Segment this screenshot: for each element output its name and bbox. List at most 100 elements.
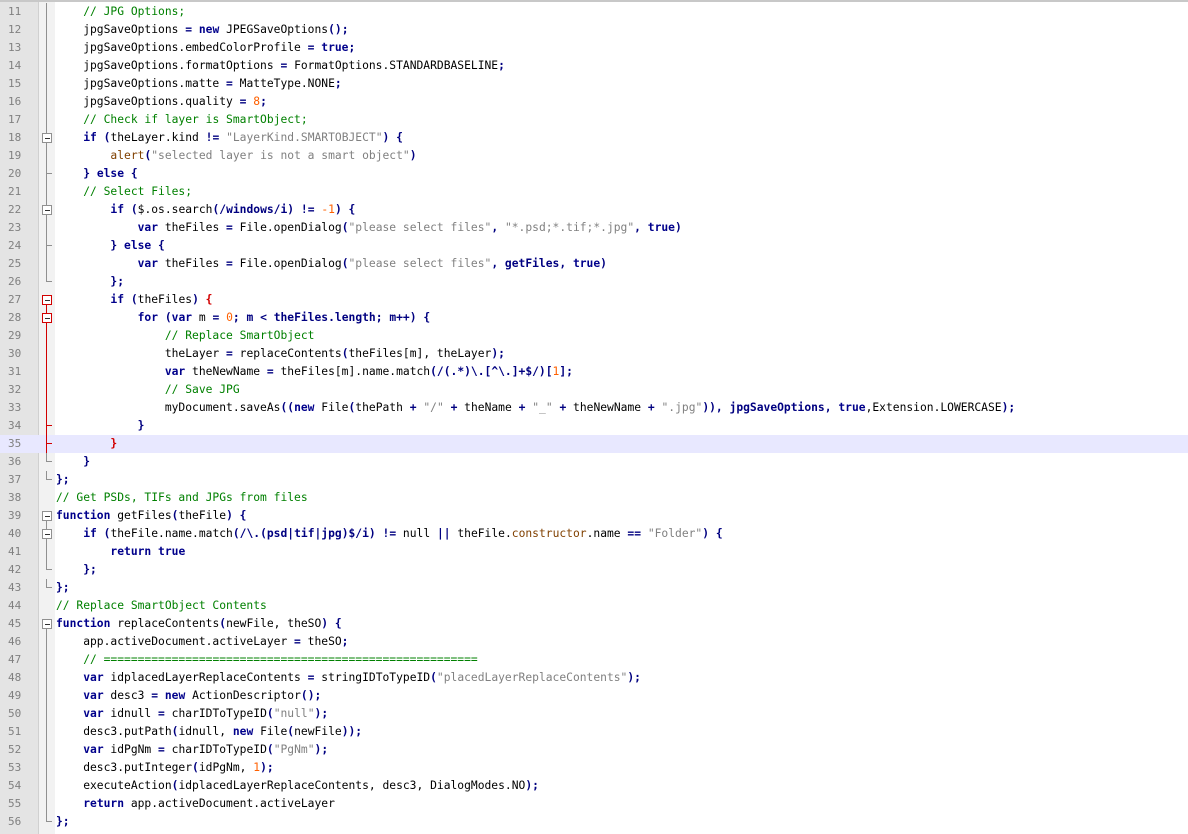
code-text[interactable]: alert("selected layer is not a smart obj… — [56, 147, 416, 165]
code-text[interactable]: }; — [56, 273, 124, 291]
code-text[interactable]: function replaceContents(newFile, theSO)… — [56, 615, 342, 633]
code-text[interactable]: } — [56, 453, 90, 471]
code-text[interactable]: }; — [56, 471, 70, 489]
fold-toggle-icon[interactable] — [39, 615, 55, 633]
code-text[interactable]: // =====================================… — [56, 651, 477, 669]
fold-toggle-icon[interactable] — [39, 129, 55, 147]
code-text[interactable]: // Select Files; — [56, 183, 192, 201]
code-line[interactable]: 16 jpgSaveOptions.quality = 8; — [0, 93, 1188, 111]
code-line[interactable]: 23 var theFiles = File.openDialog("pleas… — [0, 219, 1188, 237]
code-line[interactable]: 29 // Replace SmartObject — [0, 327, 1188, 345]
code-line[interactable]: 40 if (theFile.name.match(/\.(psd|tif|jp… — [0, 525, 1188, 543]
fold-toggle-icon[interactable] — [39, 507, 55, 525]
code-text[interactable]: theLayer = replaceContents(theFiles[m], … — [56, 345, 505, 363]
code-text[interactable]: } else { — [56, 237, 164, 255]
code-text[interactable]: if (theLayer.kind != "LayerKind.SMARTOBJ… — [56, 129, 403, 147]
code-text[interactable]: if (theFile.name.match(/\.(psd|tif|jpg)$… — [56, 525, 722, 543]
code-text[interactable]: app.activeDocument.activeLayer = theSO; — [56, 633, 348, 651]
code-line[interactable]: 50 var idnull = charIDToTypeID("null"); — [0, 705, 1188, 723]
code-line[interactable]: 46 app.activeDocument.activeLayer = theS… — [0, 633, 1188, 651]
code-line[interactable]: 28 for (var m = 0; m < theFiles.length; … — [0, 309, 1188, 327]
code-line[interactable]: 13 jpgSaveOptions.embedColorProfile = tr… — [0, 39, 1188, 57]
code-text[interactable]: function getFiles(theFile) { — [56, 507, 246, 525]
code-text[interactable]: jpgSaveOptions = new JPEGSaveOptions(); — [56, 21, 348, 39]
code-line[interactable]: 14 jpgSaveOptions.formatOptions = Format… — [0, 57, 1188, 75]
code-line[interactable]: 30 theLayer = replaceContents(theFiles[m… — [0, 345, 1188, 363]
code-text[interactable]: desc3.putPath(idnull, new File(newFile))… — [56, 723, 362, 741]
code-line[interactable]: 18 if (theLayer.kind != "LayerKind.SMART… — [0, 129, 1188, 147]
code-line[interactable]: 56}; — [0, 813, 1188, 831]
code-line[interactable]: 21 // Select Files; — [0, 183, 1188, 201]
fold-toggle-icon[interactable] — [39, 309, 55, 327]
code-line[interactable]: 52 var idPgNm = charIDToTypeID("PgNm"); — [0, 741, 1188, 759]
code-line[interactable]: 51 desc3.putPath(idnull, new File(newFil… — [0, 723, 1188, 741]
code-line[interactable]: 31 var theNewName = theFiles[m].name.mat… — [0, 363, 1188, 381]
code-text[interactable]: for (var m = 0; m < theFiles.length; m++… — [56, 309, 431, 327]
code-line[interactable]: 47 // ==================================… — [0, 651, 1188, 669]
code-line[interactable]: 20 } else { — [0, 165, 1188, 183]
code-text[interactable]: var theNewName = theFiles[m].name.match(… — [56, 363, 573, 381]
code-text[interactable]: return true — [56, 543, 185, 561]
code-line[interactable]: 36 } — [0, 453, 1188, 471]
code-text[interactable]: // Check if layer is SmartObject; — [56, 111, 307, 129]
code-line[interactable]: 15 jpgSaveOptions.matte = MatteType.NONE… — [0, 75, 1188, 93]
code-text[interactable]: } — [56, 435, 117, 453]
code-text[interactable]: myDocument.saveAs((new File(thePath + "/… — [56, 399, 1015, 417]
code-line[interactable]: 11 // JPG Options; — [0, 3, 1188, 21]
code-line[interactable]: 35 } — [0, 435, 1188, 453]
code-editor[interactable]: 11 // JPG Options; 12 jpgSaveOptions = ne… — [0, 0, 1188, 834]
code-line[interactable]: 39 function getFiles(theFile) { — [0, 507, 1188, 525]
code-text[interactable]: jpgSaveOptions.quality = 8; — [56, 93, 267, 111]
code-text[interactable]: if ($.os.search(/windows/i) != -1) { — [56, 201, 355, 219]
code-line[interactable]: 37}; — [0, 471, 1188, 489]
code-text[interactable]: jpgSaveOptions.embedColorProfile = true; — [56, 39, 355, 57]
code-text[interactable]: } else { — [56, 165, 137, 183]
code-line[interactable]: 45 function replaceContents(newFile, theS… — [0, 615, 1188, 633]
code-text[interactable]: }; — [56, 561, 97, 579]
code-line[interactable]: 33 myDocument.saveAs((new File(thePath +… — [0, 399, 1188, 417]
code-line[interactable]: 44 // Replace SmartObject Contents — [0, 597, 1188, 615]
fold-toggle-icon[interactable] — [39, 525, 55, 543]
code-text[interactable]: var idplacedLayerReplaceContents = strin… — [56, 669, 641, 687]
code-line[interactable]: 41 return true — [0, 543, 1188, 561]
code-line[interactable]: 32 // Save JPG — [0, 381, 1188, 399]
code-line[interactable]: 38 // Get PSDs, TIFs and JPGs from files — [0, 489, 1188, 507]
fold-toggle-icon[interactable] — [39, 291, 55, 309]
code-text[interactable]: var idPgNm = charIDToTypeID("PgNm"); — [56, 741, 328, 759]
code-line[interactable]: 17 // Check if layer is SmartObject; — [0, 111, 1188, 129]
code-text[interactable]: jpgSaveOptions.matte = MatteType.NONE; — [56, 75, 342, 93]
code-line[interactable]: 55 return app.activeDocument.activeLayer — [0, 795, 1188, 813]
code-text[interactable]: if (theFiles) { — [56, 291, 212, 309]
code-line[interactable]: 54 executeAction(idplacedLayerReplaceCon… — [0, 777, 1188, 795]
code-text[interactable]: }; — [56, 813, 70, 831]
code-text[interactable]: return app.activeDocument.activeLayer — [56, 795, 335, 813]
code-line[interactable]: 42 }; — [0, 561, 1188, 579]
code-text[interactable]: // JPG Options; — [56, 3, 185, 21]
code-text[interactable]: // Get PSDs, TIFs and JPGs from files — [56, 489, 308, 507]
code-text[interactable]: } — [56, 417, 145, 435]
fold-toggle-icon[interactable] — [39, 201, 55, 219]
code-line[interactable]: 27 if (theFiles) { — [0, 291, 1188, 309]
code-text[interactable]: // Replace SmartObject — [56, 327, 315, 345]
code-line[interactable]: 19 alert("selected layer is not a smart … — [0, 147, 1188, 165]
code-line[interactable]: 26 }; — [0, 273, 1188, 291]
code-line[interactable]: 22 if ($.os.search(/windows/i) != -1) { — [0, 201, 1188, 219]
code-text[interactable]: var idnull = charIDToTypeID("null"); — [56, 705, 328, 723]
code-text[interactable]: jpgSaveOptions.formatOptions = FormatOpt… — [56, 57, 505, 75]
code-line[interactable]: 25 var theFiles = File.openDialog("pleas… — [0, 255, 1188, 273]
code-text[interactable]: }; — [56, 579, 70, 597]
code-text[interactable]: // Replace SmartObject Contents — [56, 597, 267, 615]
code-line[interactable]: 53 desc3.putInteger(idPgNm, 1); — [0, 759, 1188, 777]
code-text[interactable]: // Save JPG — [56, 381, 240, 399]
code-text[interactable]: var desc3 = new ActionDescriptor(); — [56, 687, 321, 705]
code-line[interactable]: 48 var idplacedLayerReplaceContents = st… — [0, 669, 1188, 687]
code-line[interactable]: 34 } — [0, 417, 1188, 435]
code-text[interactable]: var theFiles = File.openDialog("please s… — [56, 219, 682, 237]
code-line[interactable]: 24 } else { — [0, 237, 1188, 255]
code-line[interactable]: 49 var desc3 = new ActionDescriptor(); — [0, 687, 1188, 705]
code-line[interactable]: 43}; — [0, 579, 1188, 597]
code-line[interactable]: 12 jpgSaveOptions = new JPEGSaveOptions(… — [0, 21, 1188, 39]
code-text[interactable]: executeAction(idplacedLayerReplaceConten… — [56, 777, 539, 795]
code-text[interactable]: desc3.putInteger(idPgNm, 1); — [56, 759, 273, 777]
code-text[interactable]: var theFiles = File.openDialog("please s… — [56, 255, 607, 273]
